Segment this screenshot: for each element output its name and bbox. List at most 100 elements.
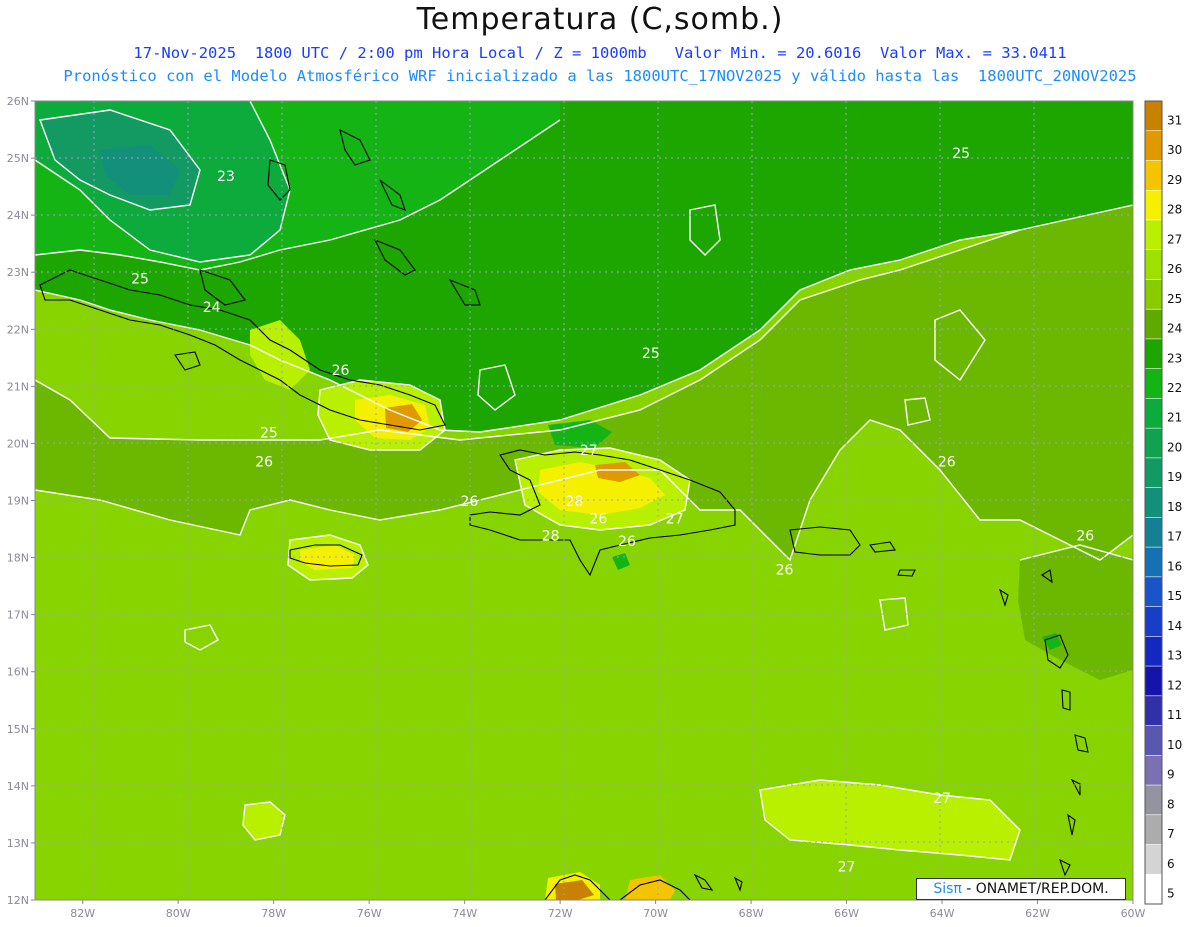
colorbar-label: 11	[1167, 708, 1182, 722]
colorbar-swatch	[1144, 814, 1163, 846]
contour-label: 26	[618, 534, 636, 550]
lat-label: 12N	[7, 894, 29, 907]
colorbar-label: 19	[1167, 470, 1182, 484]
credits-brand: Sisπ	[933, 881, 962, 897]
lon-label: 66W	[834, 907, 859, 920]
colorbar-swatch	[1144, 517, 1163, 548]
colorbar-swatch	[1144, 487, 1163, 519]
colorbar-swatch	[1144, 636, 1163, 667]
lon-label: 64W	[930, 907, 955, 920]
lat-label: 19N	[7, 495, 29, 508]
colorbar-swatch	[1144, 189, 1163, 221]
contour-label: 26	[1076, 528, 1094, 544]
lon-label: 76W	[357, 907, 382, 920]
colorbar-swatch	[1144, 725, 1163, 757]
colorbar-swatch	[1144, 606, 1163, 638]
latitude-labels: 26N 25N 24N 23N 22N 21N 20N 19N 18N 17N 16N 15N 14N 1…	[7, 95, 35, 907]
longitude-labels: 82W 80W 78W 76W 74W 72W 70W 68W 66W 64W 62W 60W	[70, 900, 1146, 920]
contour-label: 27	[838, 859, 856, 875]
colorbar-label: 7	[1167, 827, 1175, 841]
colorbar-label: 14	[1167, 619, 1182, 633]
colorbar-label: 17	[1167, 530, 1182, 544]
colorbar-swatch	[1144, 427, 1163, 459]
lat-label: 18N	[7, 552, 29, 565]
lat-label: 24N	[7, 209, 29, 222]
colorbar-swatch	[1144, 695, 1163, 727]
contour-label: 24	[203, 300, 221, 316]
contour-label: 26	[589, 511, 607, 527]
colorbar-swatch	[1144, 873, 1163, 905]
colorbar-label: 9	[1167, 768, 1175, 782]
colorbar-swatch	[1144, 844, 1163, 876]
colorbar: 31 30 29 28 27 26 25 24 23 22 21 20 19 18 17 16 15 14 13 12…	[1144, 100, 1182, 905]
contour-label: 26	[776, 563, 794, 579]
colorbar-label: 30	[1167, 143, 1182, 157]
contour-label: 25	[131, 272, 149, 288]
contour-label: 27	[580, 443, 598, 459]
lon-label: 60W	[1121, 907, 1146, 920]
lon-label: 70W	[643, 907, 668, 920]
temperature-map: 23 25 24 26 25 26 26 25 25 26 27 28 26 28 26 27 26 26 27 27…	[7, 95, 1183, 920]
contour-label: 28	[566, 494, 584, 510]
colorbar-label: 26	[1167, 262, 1182, 276]
lon-label: 62W	[1025, 907, 1050, 920]
colorbar-label: 29	[1167, 173, 1182, 187]
lon-label: 68W	[739, 907, 764, 920]
lat-label: 16N	[7, 666, 29, 679]
contour-label: 25	[642, 346, 660, 362]
colorbar-swatch	[1144, 665, 1163, 697]
contour-label: 23	[217, 169, 235, 185]
contour-label: 27	[933, 791, 951, 807]
lat-label: 21N	[7, 380, 29, 393]
contour-label: 25	[952, 146, 970, 162]
colorbar-swatch	[1144, 100, 1163, 132]
lon-label: 78W	[261, 907, 286, 920]
colorbar-swatch	[1144, 398, 1163, 429]
lat-label: 15N	[7, 723, 29, 736]
colorbar-label: 31	[1167, 113, 1182, 127]
colorbar-label: 27	[1167, 232, 1182, 246]
lon-label: 74W	[452, 907, 477, 920]
lat-label: 26N	[7, 95, 29, 108]
lat-label: 25N	[7, 152, 29, 165]
colorbar-swatch	[1144, 457, 1163, 489]
colorbar-label: 22	[1167, 381, 1182, 395]
colorbar-label: 6	[1167, 857, 1175, 871]
colorbar-label: 12	[1167, 678, 1182, 692]
colorbar-swatch	[1144, 546, 1163, 578]
colorbar-swatch	[1144, 338, 1163, 370]
colorbar-swatch	[1144, 754, 1163, 786]
lat-label: 20N	[7, 437, 29, 450]
colorbar-label: 28	[1167, 203, 1182, 217]
contour-label: 28	[542, 528, 560, 544]
contour-label: 26	[332, 363, 350, 379]
contour-label: 26	[255, 454, 273, 470]
contour-label: 26	[461, 494, 479, 510]
lon-label: 82W	[70, 907, 95, 920]
colorbar-swatch	[1144, 249, 1163, 281]
lon-label: 80W	[166, 907, 191, 920]
colorbar-swatch	[1144, 368, 1163, 400]
contour-label: 27	[666, 511, 684, 527]
lat-label: 13N	[7, 837, 29, 850]
colorbar-label: 21	[1167, 411, 1182, 425]
lat-label: 14N	[7, 780, 29, 793]
credits-logo: Sisπ - ONAMET/REP.DOM.	[916, 878, 1126, 900]
lat-label: 17N	[7, 609, 29, 622]
colorbar-swatch	[1144, 784, 1163, 816]
colorbar-swatch	[1144, 160, 1163, 192]
colorbar-label: 13	[1167, 649, 1182, 663]
colorbar-label: 5	[1167, 887, 1175, 901]
colorbar-swatch	[1144, 130, 1163, 162]
colorbar-swatch	[1144, 279, 1163, 310]
colorbar-label: 16	[1167, 559, 1182, 573]
contour-label: 25	[260, 426, 278, 442]
credits-text: - ONAMET/REP.DOM.	[961, 881, 1109, 897]
colorbar-label: 15	[1167, 589, 1182, 603]
lat-label: 22N	[7, 323, 29, 336]
colorbar-label: 23	[1167, 351, 1182, 365]
colorbar-label: 8	[1167, 797, 1175, 811]
colorbar-label: 20	[1167, 440, 1182, 454]
colorbar-label: 24	[1167, 322, 1182, 336]
colorbar-label: 25	[1167, 292, 1182, 306]
